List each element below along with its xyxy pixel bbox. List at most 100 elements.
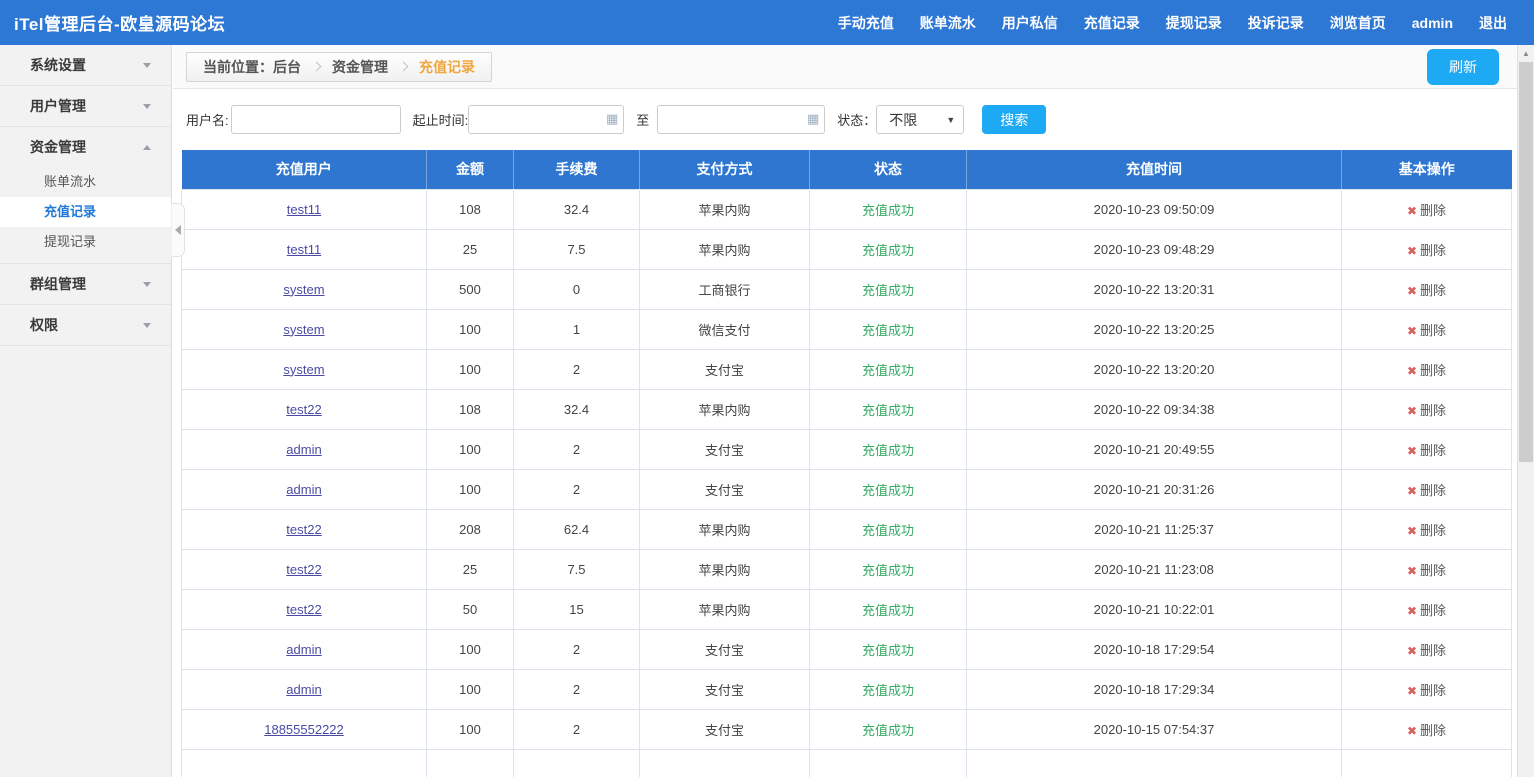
nav-complaint-records[interactable]: 投诉记录: [1235, 13, 1317, 33]
sidebar-item-fund-management[interactable]: 资金管理: [0, 127, 171, 167]
nav-bill-flow[interactable]: 账单流水: [907, 13, 989, 33]
delete-label: 删除: [1420, 643, 1446, 658]
sidebar-group-label: 系统设置: [30, 55, 86, 75]
table-header-row: 充值用户 金额 手续费 支付方式 状态 充值时间 基本操作: [182, 150, 1512, 189]
calendar-icon[interactable]: ▦: [606, 112, 618, 125]
delete-button[interactable]: ✖删除: [1407, 243, 1446, 258]
amount-cell: 100: [427, 349, 514, 389]
delete-button[interactable]: ✖删除: [1407, 603, 1446, 618]
to-label: 至: [636, 110, 649, 129]
vertical-scrollbar[interactable]: ▲: [1517, 45, 1534, 777]
amount-cell: 100: [427, 429, 514, 469]
delete-icon: ✖: [1407, 604, 1417, 618]
delete-label: 删除: [1420, 203, 1446, 218]
time-cell: 2020-10-22 13:20:31: [967, 269, 1342, 309]
delete-label: 删除: [1420, 683, 1446, 698]
user-link[interactable]: admin: [286, 642, 321, 657]
delete-button[interactable]: ✖删除: [1407, 323, 1446, 338]
time-cell: 2020-10-21 20:31:26: [967, 469, 1342, 509]
delete-icon: ✖: [1407, 444, 1417, 458]
fee-cell: 2: [514, 469, 640, 509]
user-link[interactable]: system: [283, 282, 324, 297]
user-link[interactable]: admin: [286, 682, 321, 697]
delete-button[interactable]: ✖删除: [1407, 683, 1446, 698]
user-link[interactable]: system: [283, 362, 324, 377]
user-link[interactable]: test22: [286, 602, 321, 617]
amount-cell: 500: [427, 269, 514, 309]
search-button[interactable]: 搜索: [982, 105, 1046, 134]
sidebar-item-withdraw-records[interactable]: 提现记录: [0, 227, 171, 257]
user-link[interactable]: admin: [286, 442, 321, 457]
chevron-down-icon: [143, 104, 151, 109]
amount-cell: 108: [427, 189, 514, 229]
user-link[interactable]: 18855552222: [264, 722, 344, 737]
delete-button[interactable]: ✖删除: [1407, 523, 1446, 538]
user-link[interactable]: test22: [286, 522, 321, 537]
amount-cell: [427, 749, 514, 777]
delete-button[interactable]: ✖删除: [1407, 283, 1446, 298]
table-row: system 100 2 支付宝 充值成功 2020-10-22 13:20:2…: [182, 349, 1512, 389]
username-input[interactable]: [231, 105, 401, 134]
payment-method-cell: 支付宝: [640, 429, 810, 469]
refresh-button[interactable]: 刷新: [1427, 49, 1499, 85]
user-link[interactable]: test11: [287, 202, 321, 217]
user-link[interactable]: test22: [286, 562, 321, 577]
time-cell: [967, 749, 1342, 777]
calendar-icon[interactable]: ▦: [807, 112, 819, 125]
nav-user-messages[interactable]: 用户私信: [989, 13, 1071, 33]
payment-method-cell: 微信支付: [640, 309, 810, 349]
delete-button[interactable]: ✖删除: [1407, 723, 1446, 738]
user-link[interactable]: admin: [286, 482, 321, 497]
nav-withdraw-records[interactable]: 提现记录: [1153, 13, 1235, 33]
time-cell: 2020-10-23 09:50:09: [967, 189, 1342, 229]
delete-button[interactable]: ✖删除: [1407, 363, 1446, 378]
sidebar-item-system-settings[interactable]: 系统设置: [0, 45, 171, 85]
scrollbar-thumb[interactable]: [1519, 62, 1533, 462]
sidebar-item-group-management[interactable]: 群组管理: [0, 264, 171, 304]
table-row: admin 100 2 支付宝 充值成功 2020-10-18 17:29:34…: [182, 669, 1512, 709]
delete-label: 删除: [1420, 443, 1446, 458]
header-status: 状态: [810, 150, 967, 189]
sidebar-submenu-fund: 账单流水 充值记录 提现记录: [0, 167, 171, 263]
delete-button[interactable]: [1425, 762, 1428, 777]
user-link[interactable]: test11: [287, 242, 321, 257]
user-link[interactable]: test22: [286, 402, 321, 417]
delete-button[interactable]: ✖删除: [1407, 443, 1446, 458]
status-label: 状态：: [837, 110, 876, 129]
status-badge: 充值成功: [862, 403, 914, 418]
payment-method-cell: 苹果内购: [640, 589, 810, 629]
amount-cell: 50: [427, 589, 514, 629]
delete-button[interactable]: ✖删除: [1407, 643, 1446, 658]
nav-browse-home[interactable]: 浏览首页: [1317, 13, 1399, 33]
nav-admin-account[interactable]: admin: [1399, 15, 1466, 31]
sidebar-item-permissions[interactable]: 权限: [0, 305, 171, 345]
delete-icon: ✖: [1407, 364, 1417, 378]
date-from-input[interactable]: [468, 105, 624, 134]
sidebar-item-recharge-records[interactable]: 充值记录: [0, 197, 171, 227]
delete-label: 删除: [1420, 523, 1446, 538]
time-cell: 2020-10-18 17:29:34: [967, 669, 1342, 709]
status-badge: 充值成功: [862, 723, 914, 738]
topbar: iTel管理后台-欧皇源码论坛 手动充值 账单流水 用户私信 充值记录 提现记录…: [0, 0, 1534, 45]
delete-button[interactable]: ✖删除: [1407, 203, 1446, 218]
delete-button[interactable]: ✖删除: [1407, 403, 1446, 418]
fee-cell: 1: [514, 309, 640, 349]
sidebar-item-user-management[interactable]: 用户管理: [0, 86, 171, 126]
status-select[interactable]: 不限 ▼: [876, 105, 964, 134]
nav-logout[interactable]: 退出: [1466, 13, 1520, 33]
delete-button[interactable]: ✖删除: [1407, 483, 1446, 498]
date-to-input[interactable]: [657, 105, 825, 134]
status-badge: 充值成功: [862, 603, 914, 618]
nav-manual-recharge[interactable]: 手动充值: [825, 13, 907, 33]
scrollbar-up-icon[interactable]: ▲: [1518, 45, 1534, 61]
filter-bar: 用户名: 起止时间: ▦ 至 ▦ 状态： 不限 ▼ 搜索: [173, 89, 1517, 150]
time-cell: 2020-10-22 09:34:38: [967, 389, 1342, 429]
sidebar-item-bill-flow[interactable]: 账单流水: [0, 167, 171, 197]
sidebar: 系统设置 用户管理 资金管理 账单流水 充值记录 提现记录 群组管理 权限: [0, 45, 172, 777]
status-badge: 充值成功: [862, 643, 914, 658]
delete-button[interactable]: ✖删除: [1407, 563, 1446, 578]
user-link[interactable]: system: [283, 322, 324, 337]
nav-recharge-records[interactable]: 充值记录: [1071, 13, 1153, 33]
payment-method-cell: 支付宝: [640, 629, 810, 669]
sidebar-collapse-handle[interactable]: [171, 203, 185, 257]
